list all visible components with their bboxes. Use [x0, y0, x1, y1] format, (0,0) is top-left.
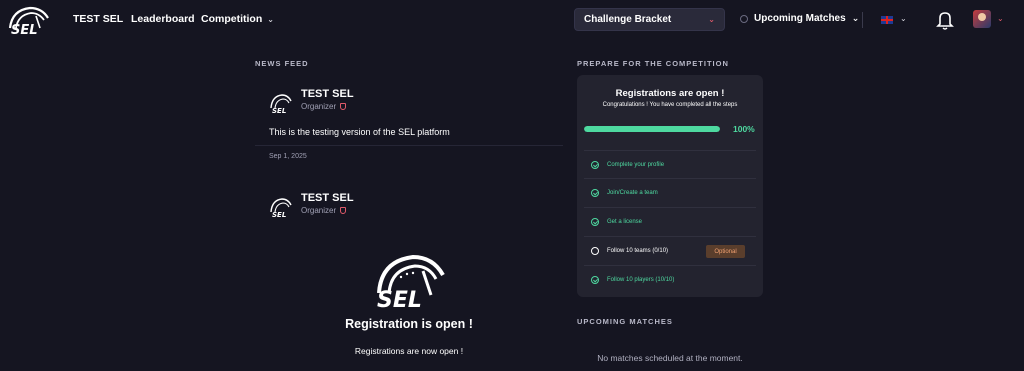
step-follow-teams[interactable]: Follow 10 teams (0/10) Optional	[584, 236, 756, 264]
step-label: Follow 10 players (10/10)	[607, 276, 675, 283]
chevron-down-icon: ⌄	[267, 15, 274, 24]
post-role: Organizer	[301, 102, 354, 111]
uk-flag-icon[interactable]	[881, 16, 893, 24]
sel-logo: SEL	[377, 254, 445, 309]
divider	[255, 145, 563, 146]
step-label: Complete your profile	[607, 161, 665, 168]
post-text: This is the testing version of the SEL p…	[269, 127, 450, 137]
step-label: Join/Create a team	[607, 189, 658, 196]
empty-circle-icon	[591, 246, 599, 255]
no-matches-text: No matches scheduled at the moment.	[597, 353, 743, 363]
chevron-down-icon: ⌄	[851, 13, 860, 23]
svg-text:SEL: SEL	[272, 211, 286, 218]
svg-text:SEL: SEL	[11, 23, 38, 36]
prepare-card: Registrations are open ! Congratulations…	[577, 75, 763, 297]
sel-logo[interactable]: SEL	[6, 4, 52, 36]
post-body: Registrations are now open !	[354, 346, 464, 356]
post-author: TEST SEL	[301, 88, 354, 100]
prepare-card-title: Registrations are open !	[615, 88, 725, 99]
post-card: SEL TEST SEL Organizer SEL Registration …	[255, 183, 563, 371]
post-header: SEL TEST SEL Organizer	[269, 87, 354, 114]
progress-bar	[584, 126, 720, 132]
post-author: TEST SEL	[301, 192, 354, 204]
svg-text:SEL: SEL	[377, 288, 422, 309]
post-role-label: Organizer	[301, 102, 337, 111]
step-join-team[interactable]: Join/Create a team	[584, 178, 756, 206]
step-complete-profile[interactable]: Complete your profile	[584, 150, 756, 178]
nav-item-competition[interactable]: Competition ⌄	[201, 13, 274, 25]
shield-icon	[340, 103, 347, 110]
nav-item-leaderboard[interactable]: Leaderboard	[131, 13, 195, 25]
news-feed-title: NEWS FEED	[255, 59, 309, 68]
chevron-down-icon: ⌄	[708, 15, 715, 24]
upcoming-matches-label: Upcoming Matches	[754, 13, 846, 24]
post-meta: TEST SEL Organizer	[301, 87, 354, 111]
nav-item-competition-label: Competition	[201, 13, 263, 25]
sel-logo: SEL	[270, 94, 292, 114]
optional-badge: Optional	[706, 245, 745, 258]
check-circle-icon	[591, 217, 599, 226]
post-date: Sep 1, 2025	[269, 153, 307, 160]
avatar[interactable]	[973, 10, 991, 28]
shield-icon	[340, 207, 347, 214]
prepare-card-subtitle: Congratulations ! You have completed all…	[602, 102, 738, 108]
upcoming-matches-title: UPCOMING MATCHES	[577, 317, 673, 326]
check-circle-icon	[591, 188, 599, 197]
upcoming-matches-toggle[interactable]: Upcoming Matches ⌄	[740, 13, 859, 24]
svg-text:SEL: SEL	[272, 107, 286, 114]
bracket-select[interactable]: Challenge Bracket ⌄	[574, 8, 725, 31]
nav-item-test-sel[interactable]: TEST SEL	[73, 13, 123, 25]
check-circle-icon	[591, 160, 599, 169]
clock-icon	[740, 14, 748, 23]
sel-logo: SEL	[270, 198, 292, 218]
nav-divider	[862, 12, 863, 28]
step-get-license[interactable]: Get a license	[584, 207, 756, 235]
bell-icon[interactable]	[936, 10, 954, 30]
chevron-down-icon[interactable]: ⌄	[900, 14, 907, 23]
news-feed: SEL TEST SEL Organizer This is the testi…	[255, 77, 563, 371]
post-role-label: Organizer	[301, 206, 337, 215]
step-label: Get a license	[607, 218, 643, 225]
post-headline: Registration is open !	[345, 317, 473, 331]
chevron-down-icon[interactable]: ⌄	[997, 14, 1004, 23]
post-meta: TEST SEL Organizer	[301, 191, 354, 215]
check-circle-icon	[591, 275, 599, 284]
top-navigation: SEL TEST SEL Leaderboard Competition ⌄ Ch…	[0, 0, 1024, 40]
progress-label: 100%	[733, 124, 755, 134]
prepare-section-title: PREPARE FOR THE COMPETITION	[577, 59, 729, 68]
progress-bar-fill	[584, 126, 720, 132]
step-label: Follow 10 teams (0/10)	[607, 247, 669, 254]
post-role: Organizer	[301, 206, 354, 215]
step-follow-players[interactable]: Follow 10 players (10/10)	[584, 265, 756, 293]
post-header: SEL TEST SEL Organizer	[269, 191, 354, 218]
bracket-select-value: Challenge Bracket	[584, 14, 672, 25]
